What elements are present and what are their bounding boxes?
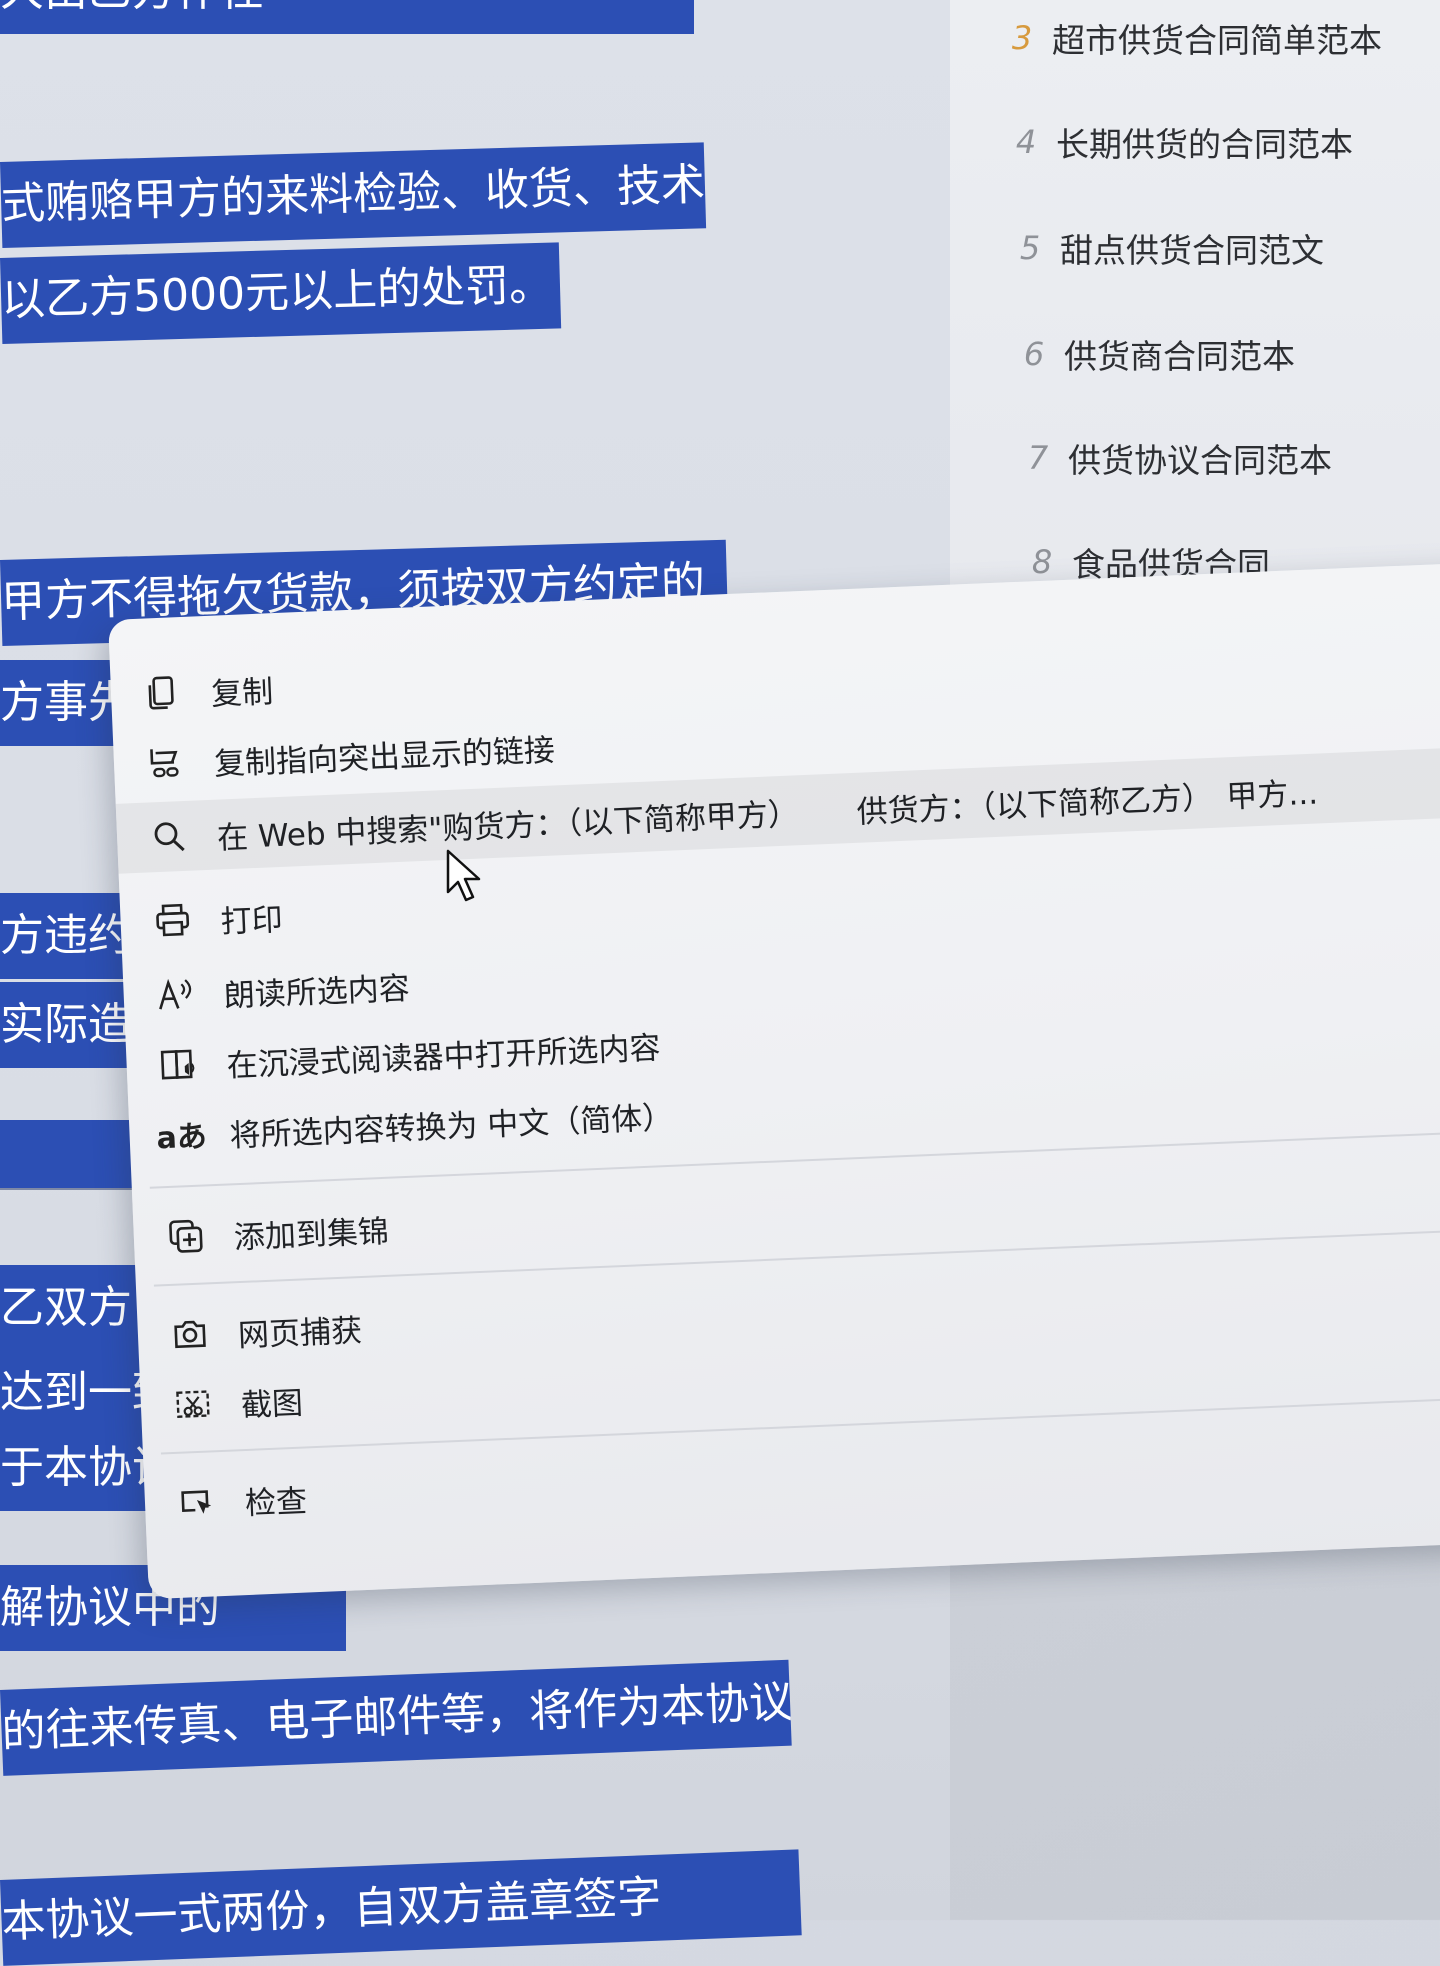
rank-number: 4 <box>1015 123 1037 161</box>
menu-item-label: 将所选内容转换为 中文（简体） <box>228 1099 674 1154</box>
search-query-fragment: 供货方：（以下简称乙方） <box>855 779 1214 831</box>
related-item[interactable]: 5 甜点供货合同范文 <box>1018 224 1324 272</box>
highlighted-text-line[interactable]: 以乙方5000元以上的处罚。 <box>0 242 562 344</box>
mouse-cursor-icon <box>446 849 481 902</box>
menu-item-label: 朗读所选内容 <box>223 970 411 1014</box>
related-item-title[interactable]: 长期供货的合同范本 <box>1056 118 1353 166</box>
inspect-icon <box>174 1479 220 1525</box>
screenshot-icon <box>170 1381 216 1427</box>
related-item[interactable]: 7 供货协议合同范本 <box>1026 434 1332 482</box>
related-item[interactable]: 4 长期供货的合同范本 <box>1014 118 1353 166</box>
menu-item-label: 添加到集锦 <box>233 1213 390 1256</box>
highlighted-text-line[interactable]: 的往来传真、电子邮件等，将作为本协议的 <box>0 1659 792 1776</box>
menu-item-label: 在 Web 中搜索"购货方：（以下简称甲方） <box>216 795 800 857</box>
menu-item-label: 在沉浸式阅读器中打开所选内容 <box>226 1029 662 1084</box>
translate-icon: aあ <box>155 1119 208 1157</box>
rank-number: 6 <box>1023 335 1045 373</box>
highlighted-text-line[interactable]: 大由乙方作任 <box>0 0 694 34</box>
link-highlight-icon <box>143 740 189 786</box>
related-item-title[interactable]: 超市供货合同简单范本 <box>1052 14 1382 62</box>
related-item-title[interactable]: 供货商合同范本 <box>1064 330 1295 378</box>
highlighted-text-line[interactable]: 式贿赂甲方的来料检验、收货、技术 <box>0 142 707 248</box>
printer-icon <box>150 898 196 944</box>
copy-icon <box>140 670 186 716</box>
highlighted-text-line[interactable]: 本协议一式两份，自双方盖章签字 <box>0 1849 802 1966</box>
search-query-fragment: 甲方... <box>1225 775 1319 816</box>
read-aloud-icon <box>153 972 199 1018</box>
menu-item-label: 检查 <box>244 1482 308 1522</box>
menu-item-label: 截图 <box>240 1385 304 1424</box>
related-documents-panel: 3 超市供货合同简单范本 4 长期供货的合同范本 5 甜点供货合同范文 6 供货… <box>950 0 1440 620</box>
menu-item-label: 网页捕获 <box>237 1312 363 1354</box>
context-menu: 复制 复制指向突出显示的链接 在 Web 中搜索"购货方：（以下简称甲方） 供货… <box>108 561 1440 1600</box>
menu-item-label: 复制 <box>210 673 274 713</box>
rank-number: 5 <box>1019 229 1041 267</box>
menu-item-label: 打印 <box>219 901 284 941</box>
rank-number: 8 <box>1031 543 1053 581</box>
menu-item-label: 复制指向突出显示的链接 <box>213 731 556 783</box>
rank-number: 7 <box>1027 439 1049 477</box>
immersive-reader-icon <box>156 1042 202 1088</box>
related-item-title[interactable]: 供货协议合同范本 <box>1068 434 1332 482</box>
related-item-title[interactable]: 甜点供货合同范文 <box>1060 224 1324 272</box>
collections-add-icon <box>163 1213 209 1259</box>
text-underline <box>0 1188 150 1190</box>
related-item[interactable]: 6 供货商合同范本 <box>1022 330 1295 378</box>
search-icon <box>146 814 192 860</box>
rank-number: 3 <box>1011 19 1033 57</box>
related-item[interactable]: 3 超市供货合同简单范本 <box>1010 14 1382 62</box>
web-capture-icon <box>167 1311 213 1357</box>
